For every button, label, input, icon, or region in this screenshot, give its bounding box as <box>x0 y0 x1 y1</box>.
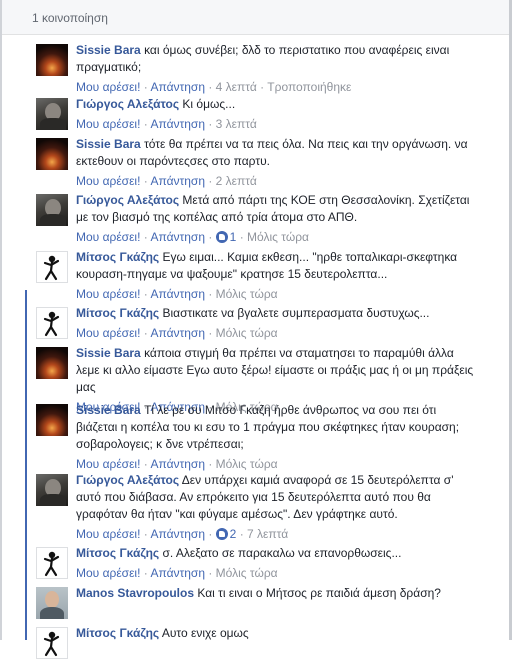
comment-actions: Μου αρέσει! · Απάντηση · 2 · 7 λεπτά <box>76 526 289 542</box>
avatar[interactable] <box>36 44 68 76</box>
reaction-count[interactable]: 2 <box>215 526 236 542</box>
comment-text-block: Μίτσος Γκάζης Βιαστικατε να βγαλετε συμπ… <box>76 305 476 322</box>
comment-text-block: Μίτσος Γκάζης Αυτο ενιχε ομως <box>76 625 476 642</box>
comment-author[interactable]: Γιώργος Αλεξάτος <box>76 97 179 111</box>
share-count[interactable]: 1 κοινοποίηση <box>32 11 108 25</box>
comment-timestamp[interactable]: 4 λεπτά <box>216 80 257 94</box>
reply-link[interactable]: Απάντηση <box>150 287 205 301</box>
window-left-edge <box>0 0 2 640</box>
like-link[interactable]: Μου αρέσει! <box>76 230 140 244</box>
comment-timestamp[interactable]: Μόλις τώρα <box>216 326 278 340</box>
comment-author[interactable]: Μίτσος Γκάζης <box>76 546 159 560</box>
like-link[interactable]: Μου αρέσει! <box>76 174 140 188</box>
like-icon <box>215 528 228 540</box>
figure-icon <box>43 311 60 337</box>
comment-text-block: Γιώργος Αλεξάτος Δεν υπάρχει καμιά αναφο… <box>76 472 476 523</box>
like-link[interactable]: Μου αρέσει! <box>76 287 140 301</box>
figure-icon <box>43 255 60 281</box>
comment-author[interactable]: Μίτσος Γκάζης <box>76 306 159 320</box>
comment-author[interactable]: Μίτσος Γκάζης <box>76 250 159 264</box>
comment-text-block: Μίτσος Γκάζης Εγω ειμαι... Καμια εκθεση.… <box>76 249 476 283</box>
figure-icon <box>43 631 60 657</box>
like-link[interactable]: Μου αρέσει! <box>76 457 140 471</box>
comment-timestamp[interactable]: Μόλις τώρα <box>247 230 309 244</box>
comment-timestamp[interactable]: 2 λεπτά <box>216 174 257 188</box>
comment-text-block: Μίτσος Γκάζης σ. Αλεξατο σε παρακαλω να … <box>76 545 476 562</box>
like-link[interactable]: Μου αρέσει! <box>76 80 140 94</box>
comment-author[interactable]: Sissie Bara <box>76 43 141 57</box>
comment-author[interactable]: Sissie Bara <box>76 346 141 360</box>
reaction-count[interactable]: 1 <box>215 229 236 245</box>
comment-timestamp[interactable]: Μόλις τώρα <box>216 457 278 471</box>
comment-author[interactable]: Sissie Bara <box>76 137 141 151</box>
share-count-bar: 1 κοινοποίηση <box>2 0 509 35</box>
avatar[interactable] <box>36 98 68 130</box>
avatar[interactable] <box>36 307 68 339</box>
like-link[interactable]: Μου αρέσει! <box>76 527 140 541</box>
avatar[interactable] <box>36 627 68 659</box>
comment-actions: Μου αρέσει! · Απάντηση · Μόλις τώρα <box>76 287 278 301</box>
avatar[interactable] <box>36 194 68 226</box>
comment-actions: Μου αρέσει! · Απάντηση · 3 λεπτά <box>76 117 257 131</box>
like-icon <box>215 231 228 243</box>
reply-thread-rule <box>25 290 27 640</box>
avatar[interactable] <box>36 347 68 379</box>
reply-link[interactable]: Απάντηση <box>150 527 205 541</box>
comment-text-block: Manos Stavropoulos Και τι ειναι ο Μήτσος… <box>76 585 476 602</box>
comment-timestamp[interactable]: Μόλις τώρα <box>216 287 278 301</box>
avatar[interactable] <box>36 138 68 170</box>
comment-author[interactable]: Sissie Bara <box>76 403 141 417</box>
avatar[interactable] <box>36 251 68 283</box>
reply-link[interactable]: Απάντηση <box>150 174 205 188</box>
comment-actions: Μου αρέσει! · Απάντηση · 4 λεπτά · Τροπο… <box>76 80 352 94</box>
comment-actions: Μου αρέσει! · Απάντηση · 1 · Μόλις τώρα <box>76 229 309 245</box>
reply-link[interactable]: Απάντηση <box>150 326 205 340</box>
avatar[interactable] <box>36 547 68 579</box>
comment-actions: Μου αρέσει! · Απάντηση · Μόλις τώρα <box>76 566 278 580</box>
comment-text-block: Sissie Bara κάποια στιγμή θα πρέπει να σ… <box>76 345 476 396</box>
comment-author[interactable]: Μίτσος Γκάζης <box>76 626 159 640</box>
reply-link[interactable]: Απάντηση <box>150 566 205 580</box>
comment-text-block: Sissie Bara Τί λε ρε συ Μιτσο Γκαζη ήρθε… <box>76 402 476 453</box>
avatar[interactable] <box>36 404 68 436</box>
reply-link[interactable]: Απάντηση <box>150 117 205 131</box>
comment-text-block: Sissie Bara και όμως συνέβει; δλδ το περ… <box>76 42 476 76</box>
comment-text-block: Sissie Bara τότε θα πρέπει να τα πεις όλ… <box>76 136 476 170</box>
comment-actions: Μου αρέσει! · Απάντηση · Μόλις τώρα <box>76 326 278 340</box>
like-link[interactable]: Μου αρέσει! <box>76 326 140 340</box>
comment-text: σ. Αλεξατο σε παρακαλω να επανορθωσεις..… <box>162 546 402 560</box>
like-link[interactable]: Μου αρέσει! <box>76 566 140 580</box>
comment-text: Αυτο ενιχε ομως <box>161 626 249 640</box>
comment-text: Κι όμως... <box>182 97 236 111</box>
comment-actions: Μου αρέσει! · Απάντηση · 2 λεπτά <box>76 174 257 188</box>
comment-timestamp[interactable]: 7 λεπτά <box>247 527 288 541</box>
avatar[interactable] <box>36 474 68 506</box>
like-link[interactable]: Μου αρέσει! <box>76 117 140 131</box>
comment-timestamp[interactable]: Μόλις τώρα <box>216 566 278 580</box>
comment-author[interactable]: Manos Stavropoulos <box>76 586 194 600</box>
reply-link[interactable]: Απάντηση <box>150 80 205 94</box>
comment-actions: Μου αρέσει! · Απάντηση · Μόλις τώρα <box>76 457 278 471</box>
edited-label[interactable]: Τροποποιήθηκε <box>267 80 351 94</box>
avatar[interactable] <box>36 587 68 619</box>
comment-text: Και τι ειναι ο Μήτσος ρε παιδιά άμεση δρ… <box>197 586 441 600</box>
comment-text: Βιαστικατε να βγαλετε συμπερασματα δυστυ… <box>162 306 430 320</box>
comment-text-block: Γιώργος Αλεξάτος Μετά από πάρτι της ΚΟΕ … <box>76 192 476 226</box>
comment-timestamp[interactable]: 3 λεπτά <box>216 117 257 131</box>
comment-author[interactable]: Γιώργος Αλεξάτος <box>76 193 179 207</box>
comment-author[interactable]: Γιώργος Αλεξάτος <box>76 473 179 487</box>
figure-icon <box>43 551 60 577</box>
reply-link[interactable]: Απάντηση <box>150 457 205 471</box>
comment-text-block: Γιώργος Αλεξάτος Κι όμως... <box>76 96 476 113</box>
reply-link[interactable]: Απάντηση <box>150 230 205 244</box>
